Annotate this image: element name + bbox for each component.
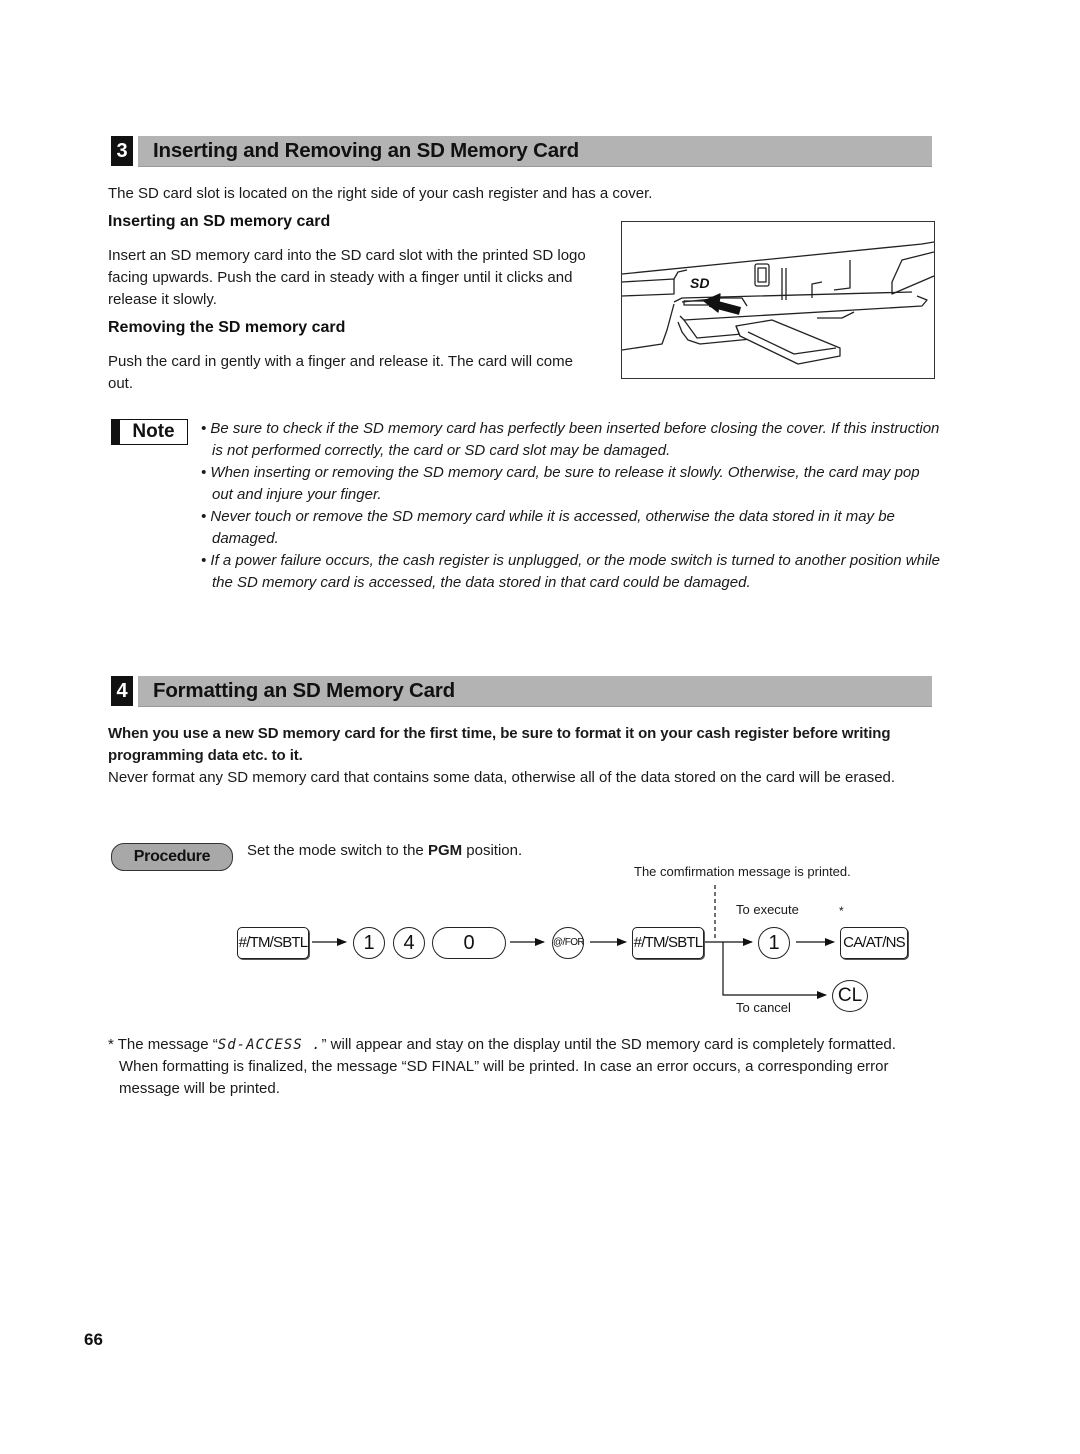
display-message: Sd-ACCESS . [217, 1037, 322, 1053]
section-3-number: 3 [111, 136, 133, 166]
inserting-heading: Inserting an SD memory card [108, 213, 331, 230]
note-badge: Note [111, 419, 189, 445]
key-ca-at-ns[interactable]: CA/AT/NS [840, 927, 908, 959]
procedure-step-suffix: position. [462, 842, 523, 859]
section-4-title: Formatting an SD Memory Card [153, 679, 455, 702]
procedure-flow-lines [312, 885, 835, 999]
section-3-header: 3 Inserting and Removing an SD Memory Ca… [111, 136, 932, 167]
key-1-execute[interactable]: 1 [758, 927, 790, 959]
section-3-intro: The SD card slot is located on the right… [108, 185, 653, 202]
note-item: • When inserting or removing the SD memo… [201, 464, 920, 503]
key-at-for[interactable]: @/FOR [552, 927, 585, 959]
note-badge-bar [111, 419, 120, 445]
procedure-badge: Procedure [111, 843, 233, 871]
key-cl[interactable]: CL [832, 980, 868, 1012]
section-4-title-bar: Formatting an SD Memory Card [138, 676, 932, 707]
format-intro-bold: When you use a new SD memory card for th… [108, 725, 891, 764]
format-warning: Never format any SD memory card that con… [108, 769, 896, 786]
note-item: • Be sure to check if the SD memory card… [201, 420, 940, 459]
procedure-step: Set the mode switch to the PGM position. [247, 840, 522, 862]
format-footnote: * The message “Sd-ACCESS .” will appear … [108, 1034, 929, 1100]
removing-heading: Removing the SD memory card [108, 319, 346, 336]
key-4[interactable]: 4 [393, 927, 425, 959]
page-number: 66 [84, 1330, 103, 1349]
removing-text: Push the card in gently with a finger an… [108, 353, 573, 392]
footnote-prefix: * The message “ [108, 1036, 218, 1053]
note-item: • Never touch or remove the SD memory ca… [201, 508, 895, 547]
note-label: Note [120, 419, 188, 445]
procedure-step-prefix: Set the mode switch to the [247, 842, 428, 859]
note-list: • Be sure to check if the SD memory card… [201, 418, 941, 594]
section-3-title-bar: Inserting and Removing an SD Memory Card [138, 136, 932, 167]
inserting-text: Insert an SD memory card into the SD car… [108, 247, 586, 308]
sd-card-insertion-figure: SD [621, 221, 935, 379]
note-item: • If a power failure occurs, the cash re… [201, 552, 940, 591]
key-1[interactable]: 1 [353, 927, 385, 959]
section-4-header: 4 Formatting an SD Memory Card [111, 676, 932, 707]
procedure-step-mode: PGM [427, 842, 463, 859]
sd-card-slot-illustration: SD [621, 241, 935, 365]
section-4-number: 4 [111, 676, 133, 706]
key-tm-sbtl[interactable]: #/TM/SBTL [237, 927, 309, 959]
key-0[interactable]: 0 [432, 927, 506, 959]
key-tm-sbtl-2[interactable]: #/TM/SBTL [632, 927, 704, 959]
section-3-title: Inserting and Removing an SD Memory Card [153, 139, 579, 162]
confirmation-message: The comfirmation message is printed. [634, 864, 851, 879]
sd-logo: SD [690, 275, 709, 291]
